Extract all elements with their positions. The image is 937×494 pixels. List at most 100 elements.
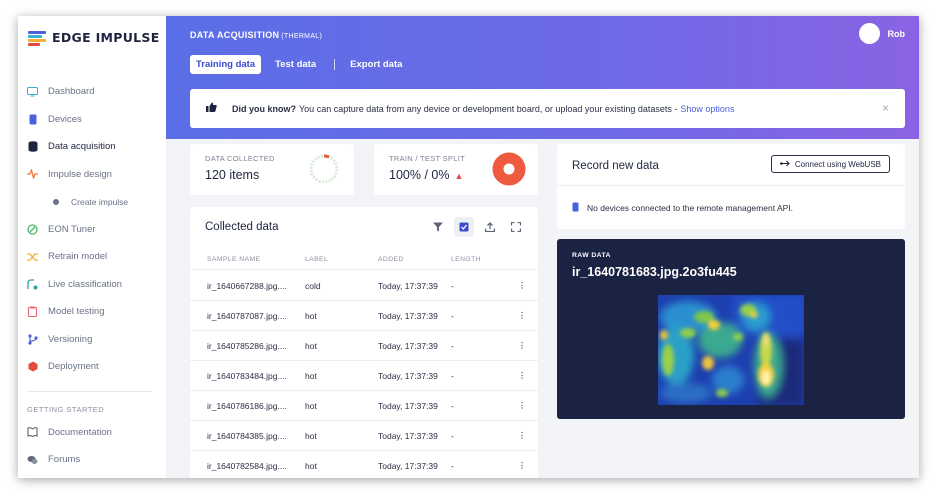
sidebar-divider [27,390,152,392]
sample-name-cell: ir_1640667288.jpg.... [207,280,287,291]
sidebar-item-create-impulse[interactable]: Create impulse [18,188,166,216]
sidebar-item-label: Data acquisition [48,141,116,153]
sample-name-cell: ir_1640782584.jpg.... [207,460,287,471]
thumbs-up-icon [206,102,217,115]
close-icon[interactable]: × [882,101,889,115]
added-cell: Today, 17:37:39 [378,430,438,441]
sidebar-item-retrain-model[interactable]: Retrain model [18,243,166,271]
expand-icon[interactable] [506,217,526,237]
logo[interactable]: EDGE IMPULSE [28,30,160,46]
user-menu[interactable]: Rob [858,23,906,44]
connect-webusb-label: Connect using WebUSB [794,159,881,169]
sidebar-item-documentation[interactable]: Documentation [18,419,166,447]
sidebar-item-dashboard[interactable]: Dashboard [18,78,166,106]
train-test-split-card: TRAIN / TEST SPLIT 100% / 0% ▲ [374,144,538,195]
row-menu-icon[interactable]: ⋮ [506,280,538,291]
tab-export-data[interactable]: Export data [344,55,408,74]
label-cell: hot [305,370,317,381]
sidebar-item-devices[interactable]: Devices [18,106,166,134]
usb-icon [779,160,790,169]
warning-icon: ▲ [454,171,464,181]
column-header-length[interactable]: LENGTH [434,256,506,263]
table-row[interactable]: ir_1640784385.jpg.... hot Today, 17:37:3… [190,421,538,451]
page-title: DATA ACQUISITION (THERMAL) [190,30,322,40]
row-menu-icon[interactable]: ⋮ [506,430,538,441]
label-cell: hot [305,340,317,351]
sidebar-item-deployment[interactable]: Deployment [18,353,166,381]
row-menu-icon[interactable]: ⋮ [506,460,538,471]
book-icon [27,427,38,438]
length-cell: - [451,430,454,441]
row-menu-icon[interactable]: ⋮ [506,310,538,321]
sidebar: EDGE IMPULSE Dashboard Devices Data acqu… [18,16,166,478]
added-cell: Today, 17:37:39 [378,310,438,321]
added-cell: Today, 17:37:39 [378,340,438,351]
raw-data-sample-name: ir_1640781683.jpg.2o3fu445 [572,265,737,279]
table-row[interactable]: ir_1640787087.jpg.... hot Today, 17:37:3… [190,301,538,331]
label-cell: hot [305,430,317,441]
banner-text: You can capture data from any device or … [299,103,678,114]
no-devices-text: No devices connected to the remote manag… [587,203,794,213]
tab-test-data[interactable]: Test data [269,55,322,74]
device-icon [27,114,38,125]
added-cell: Today, 17:37:39 [378,370,438,381]
label-cell: cold [305,280,321,291]
collected-data-card: Collected data SAMPLE NAME LABEL ADDED L… [190,207,538,478]
column-header-label[interactable]: LABEL [288,256,361,263]
sidebar-item-label: Deployment [48,361,99,373]
train-test-split-donut [492,152,526,186]
label-cell: hot [305,310,317,321]
device-icon [572,202,579,214]
live-icon [27,279,38,290]
table-row[interactable]: ir_1640782584.jpg.... hot Today, 17:37:3… [190,451,538,478]
sidebar-item-forums[interactable]: Forums [18,446,166,474]
tuner-icon [27,224,38,235]
table-row[interactable]: ir_1640785286.jpg.... hot Today, 17:37:3… [190,331,538,361]
row-menu-icon[interactable]: ⋮ [506,370,538,381]
dot-icon [50,196,61,207]
data-collected-label: DATA COLLECTED [205,154,275,163]
table-row[interactable]: ir_1640783484.jpg.... hot Today, 17:37:3… [190,361,538,391]
show-options-link[interactable]: Show options [680,104,734,114]
data-collected-value: 120 items [205,168,260,182]
user-name: Rob [887,28,906,39]
row-menu-icon[interactable]: ⋮ [506,340,538,351]
sample-name-cell: ir_1640786186.jpg.... [207,400,287,411]
getting-started-heading: GETTING STARTED [27,404,105,414]
upload-icon[interactable] [480,217,500,237]
table-row[interactable]: ir_1640667288.jpg.... cold Today, 17:37:… [190,271,538,301]
sidebar-item-model-testing[interactable]: Model testing [18,298,166,326]
sidebar-item-live-classification[interactable]: Live classification [18,271,166,299]
sidebar-item-label: Devices [48,113,82,125]
pulse-icon [27,169,38,180]
added-cell: Today, 17:37:39 [378,400,438,411]
sidebar-nav: Dashboard Devices Data acquisition Impul… [18,78,166,474]
page-title-text: DATA ACQUISITION [190,30,280,40]
clipboard-icon [27,306,38,318]
column-header-sample-name[interactable]: SAMPLE NAME [190,256,288,263]
sidebar-item-label: Versioning [48,333,93,345]
added-cell: Today, 17:37:39 [378,460,438,471]
sidebar-item-label: Forums [48,454,81,466]
sidebar-item-impulse-design[interactable]: Impulse design [18,161,166,189]
row-menu-icon[interactable]: ⋮ [506,400,538,411]
data-collected-card: DATA COLLECTED 120 items [190,144,354,195]
sidebar-item-label: Create impulse [71,196,129,207]
avatar[interactable] [858,23,880,44]
column-header-added[interactable]: ADDED [361,256,434,263]
thermal-image [658,295,804,405]
connect-webusb-button[interactable]: Connect using WebUSB [770,155,890,173]
select-checkbox-icon[interactable] [454,217,474,237]
length-cell: - [451,310,454,321]
sidebar-item-versioning[interactable]: Versioning [18,326,166,354]
sidebar-item-eon-tuner[interactable]: EON Tuner [18,216,166,244]
added-cell: Today, 17:37:39 [378,280,438,291]
banner-heading: Did you know? [232,103,296,114]
tab-bar: Training data Test data Export data [190,55,416,74]
filter-icon[interactable] [428,217,448,237]
chat-icon [27,454,38,465]
sidebar-item-data-acquisition[interactable]: Data acquisition [18,133,166,161]
label-cell: hot [305,400,317,411]
tab-training-data[interactable]: Training data [190,55,262,74]
table-row[interactable]: ir_1640786186.jpg.... hot Today, 17:37:3… [190,391,538,421]
